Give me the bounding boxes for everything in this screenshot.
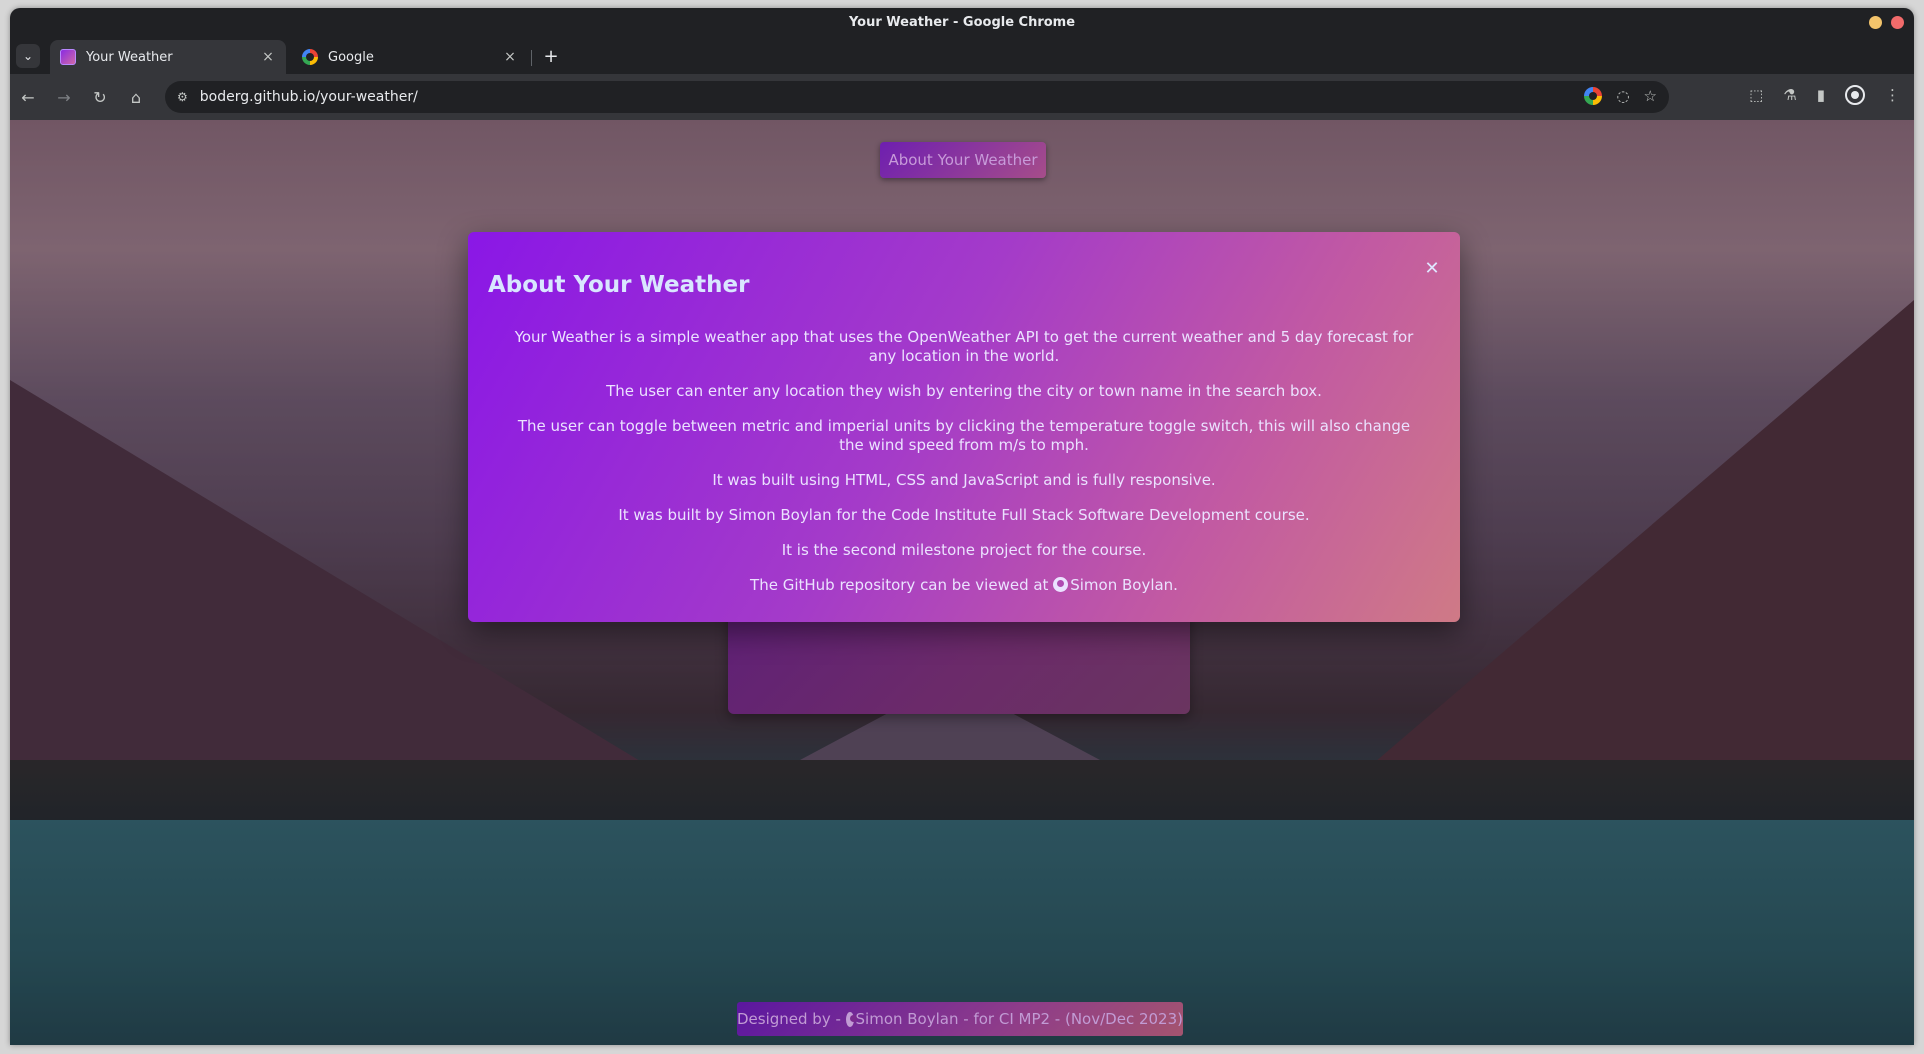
tab-strip: ⌄ Your Weather × Google × + — [10, 38, 1914, 74]
back-button[interactable]: ← — [16, 85, 40, 109]
minimize-button[interactable] — [1869, 16, 1882, 29]
tracking-protection-eye-icon[interactable]: ◌ — [1616, 87, 1629, 105]
toolbar-actions: ⬚ ⚗ ▮ ⋮ — [1749, 85, 1900, 105]
modal-paragraph: The user can enter any location they wis… — [606, 382, 1322, 400]
address-bar-actions: ◌ ☆ — [1584, 87, 1657, 105]
side-panel-icon[interactable]: ▮ — [1817, 86, 1825, 104]
modal-close-icon[interactable]: ✕ — [1422, 258, 1442, 279]
chrome-menu-icon[interactable]: ⋮ — [1885, 86, 1900, 104]
modal-paragraph: It was built by Simon Boylan for the Cod… — [618, 506, 1310, 524]
page-viewport: About Your Weather °C About Your Weather… — [10, 120, 1914, 1045]
tab-google[interactable]: Google × — [292, 40, 528, 74]
bookmark-star-icon[interactable]: ☆ — [1644, 87, 1657, 105]
page-footer: Designed by - Simon Boylan - for CI MP2 … — [737, 1002, 1183, 1036]
reload-button[interactable]: ↻ — [88, 85, 112, 109]
tab-your-weather[interactable]: Your Weather × — [50, 40, 286, 74]
google-lens-icon[interactable] — [1584, 87, 1603, 105]
modal-body: Your Weather is a simple weather app tha… — [504, 328, 1424, 611]
modal-paragraph: The user can toggle between metric and i… — [517, 417, 1411, 454]
footer-suffix: - for CI MP2 - (Nov/Dec 2023) — [963, 1010, 1183, 1028]
footer-prefix: Designed by - — [737, 1010, 841, 1028]
github-icon — [845, 1011, 857, 1027]
browser-toolbar: ← → ↻ ⌂ ⚙ boderg.github.io/your-weather/… — [10, 74, 1914, 120]
browser-window: Your Weather - Google Chrome ⌄ Your Weat… — [10, 8, 1914, 1045]
modal-paragraph: It is the second milestone project for t… — [781, 541, 1147, 559]
forward-button[interactable]: → — [52, 85, 76, 109]
github-repo-link[interactable]: Simon Boylan. — [1070, 576, 1178, 594]
weather-favicon-icon — [60, 49, 76, 65]
github-icon — [1053, 577, 1069, 592]
window-title: Your Weather - Google Chrome — [848, 14, 1076, 30]
new-tab-button[interactable]: + — [540, 45, 562, 67]
modal-paragraph: It was built using HTML, CSS and JavaScr… — [712, 471, 1216, 489]
site-info-icon[interactable]: ⚙ — [177, 90, 188, 104]
google-favicon-icon — [302, 49, 318, 65]
extensions-puzzle-icon[interactable]: ⬚ — [1749, 86, 1763, 104]
window-titlebar: Your Weather - Google Chrome — [10, 8, 1914, 36]
modal-title: About Your Weather — [488, 272, 750, 298]
github-line-prefix: The GitHub repository can be viewed at — [750, 576, 1049, 594]
profile-avatar-icon[interactable] — [1845, 85, 1865, 105]
tab-title: Your Weather — [86, 49, 173, 65]
about-modal: About Your Weather ✕ Your Weather is a s… — [468, 232, 1460, 622]
footer-github-link[interactable]: Simon Boylan — [856, 1010, 959, 1028]
tab-divider — [531, 50, 532, 66]
address-bar[interactable]: ⚙ boderg.github.io/your-weather/ ◌ ☆ — [165, 81, 1669, 113]
modal-paragraph: Your Weather is a simple weather app tha… — [514, 328, 1414, 365]
url-text[interactable]: boderg.github.io/your-weather/ — [200, 89, 418, 105]
tab-search-button[interactable]: ⌄ — [16, 44, 40, 68]
modal-github-line: The GitHub repository can be viewed at S… — [504, 576, 1424, 595]
close-window-button[interactable] — [1891, 16, 1904, 29]
tab-close-icon[interactable]: × — [502, 49, 518, 65]
tab-close-icon[interactable]: × — [260, 49, 276, 65]
labs-flask-icon[interactable]: ⚗ — [1783, 86, 1796, 104]
tab-title: Google — [328, 49, 374, 65]
home-button[interactable]: ⌂ — [124, 85, 148, 109]
about-your-weather-button[interactable]: About Your Weather — [880, 142, 1046, 178]
